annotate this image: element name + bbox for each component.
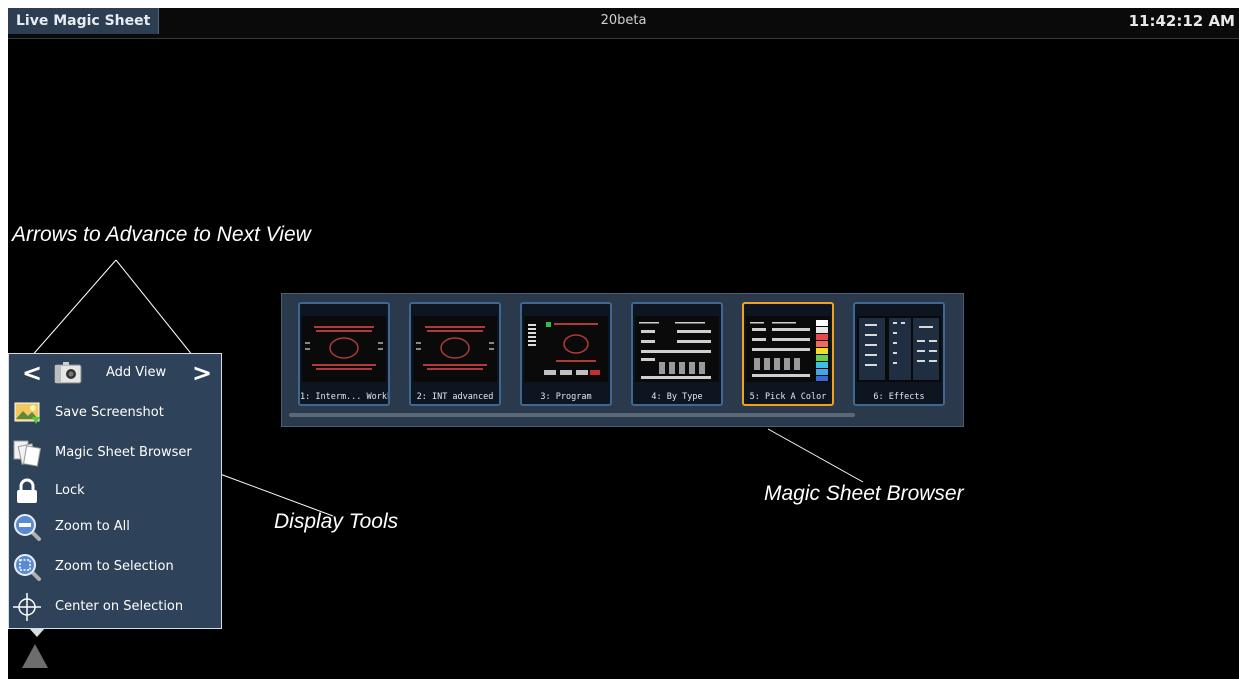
magic-sheet-preview <box>635 316 719 382</box>
magic-sheet-preview <box>302 316 386 382</box>
thumb-caption: 2: INT advanced <box>416 392 494 402</box>
zoom-to-selection-label: Zoom to Selection <box>55 559 174 574</box>
magic-sheet-thumb-5[interactable]: 5: Pick A Color <box>742 302 834 406</box>
lock-button[interactable]: Lock <box>9 474 221 508</box>
screenshot-icon <box>14 402 40 424</box>
magic-sheet-browser-button[interactable]: Magic Sheet Browser <box>9 436 221 470</box>
add-view-row: < Add View > <box>9 356 221 390</box>
thumb-caption: 3: Program <box>540 392 592 402</box>
annotation-arrows: Arrows to Advance to Next View <box>12 223 311 246</box>
next-view-arrow[interactable]: > <box>191 360 213 386</box>
tools-panel-pointer <box>29 628 45 637</box>
lock-label: Lock <box>55 483 85 498</box>
thumb-caption: 6: Effects <box>873 392 925 402</box>
magic-sheet-thumb-3[interactable]: 3: Program <box>520 302 612 406</box>
thumb-caption: 4: By Type <box>651 392 703 402</box>
display-tools-toggle[interactable] <box>22 644 48 668</box>
zoom-to-all-button[interactable]: Zoom to All <box>9 510 221 544</box>
thumb-caption: 1: Interm... Workbook <box>300 392 388 402</box>
add-view-button[interactable]: Add View <box>106 356 166 390</box>
lock-icon <box>17 478 37 503</box>
browser-scrollbar[interactable] <box>289 413 855 417</box>
zoom-selection-icon <box>14 554 41 581</box>
annotation-display-tools: Display Tools <box>274 510 399 533</box>
display-tools-panel: < Add View > Save Screenshot Magic Sheet… <box>8 353 222 629</box>
magic-sheet-screen: Live Magic Sheet 20beta 11:42:12 AM Arro… <box>8 8 1239 679</box>
magic-sheet-preview <box>857 316 941 382</box>
magic-sheet-preview <box>746 316 830 382</box>
annotation-magic-sheet-browser: Magic Sheet Browser <box>764 482 964 505</box>
magic-sheet-preview <box>413 316 497 382</box>
crosshair-icon <box>13 593 41 621</box>
magic-sheet-thumb-2[interactable]: 2: INT advanced <box>409 302 501 406</box>
center-on-selection-label: Center on Selection <box>55 599 184 614</box>
center-on-selection-button[interactable]: Center on Selection <box>9 590 221 624</box>
magic-sheet-browser-label: Magic Sheet Browser <box>55 445 192 460</box>
magic-sheet-preview <box>524 316 608 382</box>
magic-sheet-thumb-1[interactable]: 1: Interm... Workbook <box>298 302 390 406</box>
pages-icon <box>13 440 41 467</box>
zoom-to-all-label: Zoom to All <box>55 519 130 534</box>
zoom-out-icon <box>14 514 41 541</box>
prev-view-arrow[interactable]: < <box>21 360 43 386</box>
magic-sheet-thumb-4[interactable]: 4: By Type <box>631 302 723 406</box>
camera-icon[interactable] <box>53 359 83 387</box>
magic-sheet-thumb-6[interactable]: 6: Effects <box>853 302 945 406</box>
save-screenshot-button[interactable]: Save Screenshot <box>9 396 221 430</box>
thumb-caption: 5: Pick A Color <box>749 392 827 402</box>
save-screenshot-label: Save Screenshot <box>55 405 164 420</box>
zoom-to-selection-button[interactable]: Zoom to Selection <box>9 550 221 584</box>
magic-sheet-browser: 1: Interm... Workbook 2: INT advanced <box>281 293 964 427</box>
